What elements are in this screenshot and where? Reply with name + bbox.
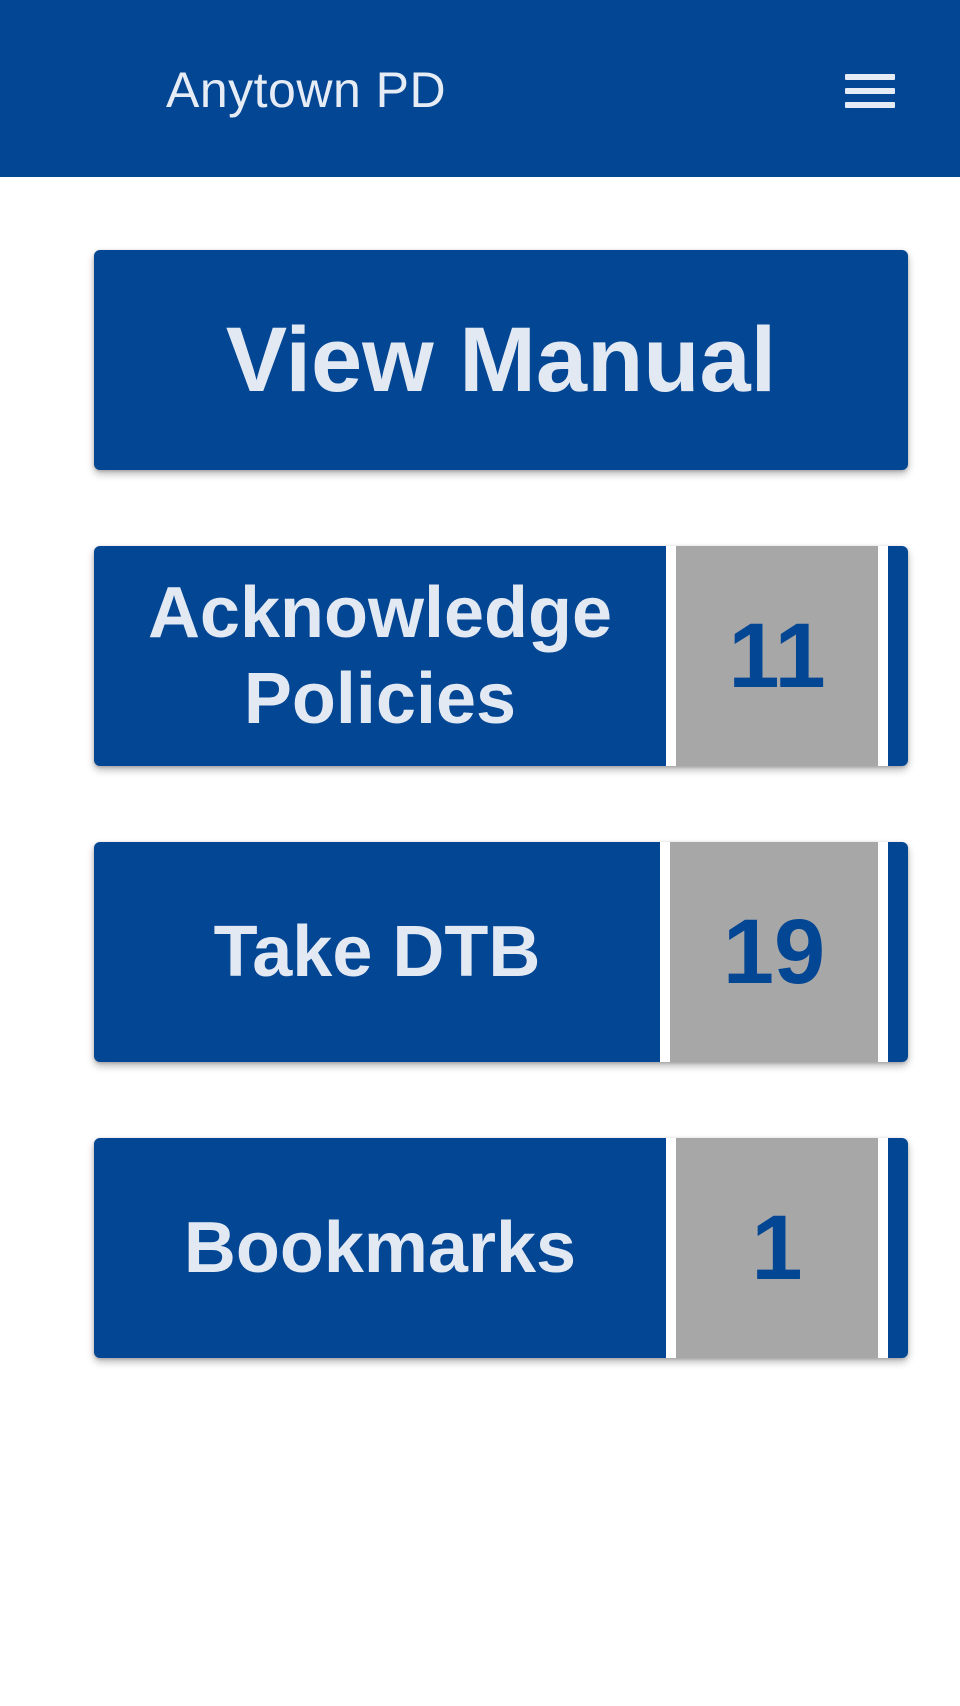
view-manual-label: View Manual xyxy=(225,308,777,411)
app-bar: Anytown PD xyxy=(0,0,960,177)
hamburger-menu-icon[interactable] xyxy=(842,66,900,116)
acknowledge-label-line1: Acknowledge xyxy=(147,573,613,653)
take-dtb-count-badge: 19 xyxy=(660,842,888,1062)
acknowledge-label-line2: Policies xyxy=(243,659,517,739)
menu-line xyxy=(845,102,895,108)
acknowledge-policies-label: Acknowledge Policies xyxy=(94,546,666,766)
menu-line xyxy=(845,74,895,80)
bookmarks-label: Bookmarks xyxy=(183,1208,577,1288)
menu-line xyxy=(845,88,895,94)
take-dtb-button[interactable]: Take DTB 19 xyxy=(94,842,908,1062)
acknowledge-policies-count-badge: 11 xyxy=(666,546,888,766)
view-manual-button[interactable]: View Manual xyxy=(94,250,908,470)
bookmarks-count-badge: 1 xyxy=(666,1138,888,1358)
app-title: Anytown PD xyxy=(166,62,447,118)
acknowledge-policies-button[interactable]: Acknowledge Policies 11 xyxy=(94,546,908,766)
bookmarks-button[interactable]: Bookmarks 1 xyxy=(94,1138,908,1358)
take-dtb-label: Take DTB xyxy=(213,912,541,992)
